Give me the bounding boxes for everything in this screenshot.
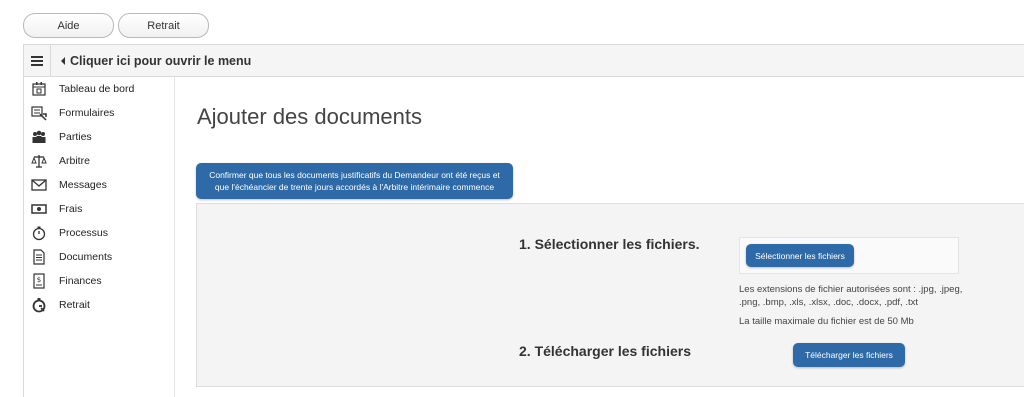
sidebar-item-forms[interactable]: Formulaires: [24, 103, 175, 123]
hamburger-icon: [31, 55, 43, 66]
sidebar-item-dashboard[interactable]: Tableau de bord: [24, 79, 175, 99]
page-title: Ajouter des documents: [197, 104, 423, 129]
sidebar-item-arbitrator[interactable]: Arbitre: [24, 151, 175, 171]
sidebar-item-parties[interactable]: Parties: [24, 127, 175, 147]
open-menu-link[interactable]: Cliquer ici pour ouvrir le menu: [61, 45, 251, 76]
confirm-documents-button[interactable]: Confirmer que tous les documents justifi…: [196, 163, 513, 199]
sidebar-item-process[interactable]: Processus: [24, 223, 175, 243]
step-select-files-label: 1. Sélectionner les fichiers.: [519, 236, 700, 252]
sidebar-item-withdraw[interactable]: Retrait: [24, 295, 175, 315]
sidebar-item-label: Finances: [59, 275, 102, 287]
stopwatch-icon: [32, 226, 46, 241]
sidebar-item-label: Arbitre: [59, 155, 90, 167]
open-menu-label: Cliquer ici pour ouvrir le menu: [70, 53, 252, 68]
menu-bar: Cliquer ici pour ouvrir le menu: [23, 44, 1024, 77]
sidebar-item-label: Messages: [59, 179, 107, 191]
sidebar-item-messages[interactable]: Messages: [24, 175, 175, 195]
select-files-button[interactable]: Sélectionner les fichiers: [746, 244, 854, 267]
max-file-size-text: La taille maximale du fichier est de 50 …: [739, 316, 914, 327]
sidebar-item-label: Processus: [59, 227, 109, 239]
upload-files-button[interactable]: Télécharger les fichiers: [793, 343, 905, 367]
top-toolbar: Aide Retrait: [0, 0, 1024, 44]
caret-left-icon: [61, 56, 65, 65]
sidebar-item-label: Parties: [59, 131, 92, 143]
document-icon: [33, 249, 45, 265]
sidebar-item-label: Tableau de bord: [59, 83, 135, 95]
sidebar: Tableau de bord Formulaires Parties Arbi…: [23, 77, 175, 397]
sidebar-item-label: Frais: [59, 203, 83, 215]
sidebar-item-finances[interactable]: $ Finances: [24, 271, 175, 291]
dashboard-icon: [32, 82, 46, 96]
sidebar-item-label: Formulaires: [59, 107, 115, 119]
withdraw-icon: [32, 298, 46, 313]
sidebar-item-label: Documents: [59, 251, 113, 263]
sidebar-item-label: Retrait: [59, 299, 90, 311]
svg-text:$: $: [37, 276, 41, 284]
step-upload-files-label: 2. Télécharger les fichiers: [519, 343, 691, 359]
parties-icon: [32, 130, 46, 143]
finance-icon: $: [33, 273, 45, 289]
banknote-icon: [31, 204, 47, 214]
allowed-extensions-text: Les extensions de fichier autorisées son…: [739, 284, 963, 308]
scales-icon: [31, 155, 47, 168]
withdraw-button[interactable]: Retrait: [118, 13, 209, 38]
help-button[interactable]: Aide: [23, 13, 114, 38]
sidebar-item-documents[interactable]: Documents: [24, 247, 175, 267]
forms-icon: [31, 106, 47, 121]
hamburger-menu-button[interactable]: [24, 45, 51, 76]
envelope-icon: [31, 179, 47, 191]
sidebar-item-fees[interactable]: Frais: [24, 199, 175, 219]
